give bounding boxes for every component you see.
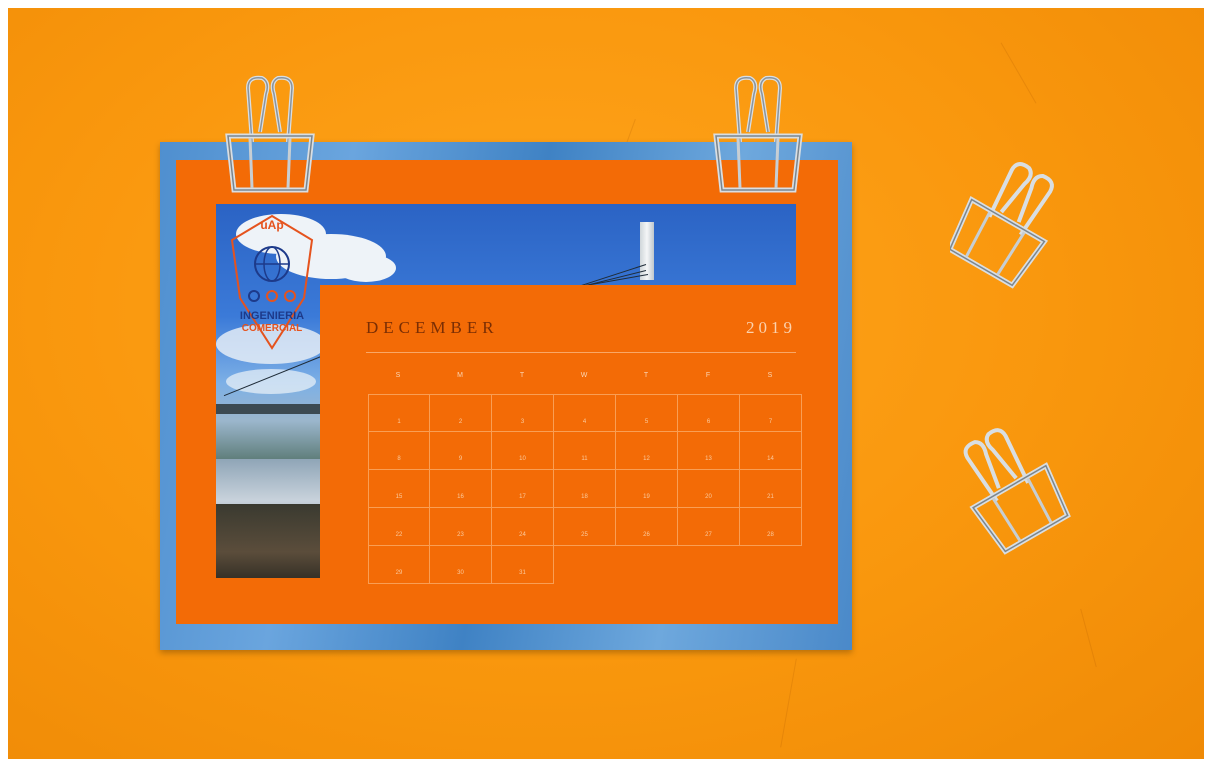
day-cell: 9 xyxy=(430,432,492,470)
day-number: 15 xyxy=(395,494,403,500)
day-cell: 12 xyxy=(616,432,678,470)
day-number: 16 xyxy=(457,494,464,500)
weekday-label: T xyxy=(643,372,650,379)
day-number: 13 xyxy=(705,456,712,462)
day-cell: 24 xyxy=(492,508,554,546)
day-number: 19 xyxy=(643,494,650,500)
logo-line-1: INGENIERIA xyxy=(239,310,305,322)
day-cell: 17 xyxy=(492,470,554,508)
day-cell: 6 xyxy=(678,394,740,432)
day-cell: 22 xyxy=(368,508,430,546)
calendar-month: DECEMBER xyxy=(366,318,499,337)
day-number: 17 xyxy=(519,494,526,500)
day-number: 20 xyxy=(705,494,712,500)
day-cell: 21 xyxy=(740,470,802,508)
day-number: 14 xyxy=(767,456,774,462)
day-number: 7 xyxy=(768,419,773,425)
day-number: 25 xyxy=(581,532,588,538)
weekday-label: S xyxy=(767,372,774,379)
day-number: 6 xyxy=(706,419,711,425)
day-cell: 4 xyxy=(554,394,616,432)
binder-clip-icon xyxy=(713,75,803,193)
day-cell: 26 xyxy=(616,508,678,546)
day-number: 29 xyxy=(395,570,403,576)
day-number: 24 xyxy=(519,532,526,538)
day-number: 31 xyxy=(519,570,526,576)
day-cell: 19 xyxy=(616,470,678,508)
day-number: 2 xyxy=(458,419,463,425)
day-cell: 14 xyxy=(740,432,802,470)
weekday-label: M xyxy=(457,372,464,379)
day-cell: 27 xyxy=(678,508,740,546)
day-cell: 23 xyxy=(430,508,492,546)
day-cell: 25 xyxy=(554,508,616,546)
weekday-label: S xyxy=(395,372,402,379)
day-cell: 10 xyxy=(492,432,554,470)
header-divider xyxy=(366,352,796,353)
day-number: 3 xyxy=(520,419,525,425)
weekday-label: F xyxy=(705,372,712,379)
day-number: 9 xyxy=(458,456,463,462)
day-number: 1 xyxy=(397,419,401,425)
day-cell: 15 xyxy=(368,470,430,508)
day-cell: 7 xyxy=(740,394,802,432)
day-number: 4 xyxy=(582,419,587,425)
day-cell: 31 xyxy=(492,546,554,584)
day-number: 28 xyxy=(767,532,774,538)
day-cell: 29 xyxy=(368,546,430,584)
day-number: 26 xyxy=(643,532,650,538)
day-number: 10 xyxy=(519,456,526,462)
day-cell: 20 xyxy=(678,470,740,508)
binder-clip-icon xyxy=(963,428,1071,555)
day-cell: 13 xyxy=(678,432,740,470)
day-number: 21 xyxy=(767,494,774,500)
weekday-label: T xyxy=(519,372,526,379)
university-logo: uAp INGENIERIA COMERCIAL xyxy=(224,212,320,352)
day-number: 30 xyxy=(457,570,464,576)
binder-clip-icon xyxy=(950,162,1054,289)
day-number: 23 xyxy=(457,532,464,538)
day-number: 22 xyxy=(395,532,403,538)
day-number: 18 xyxy=(581,494,588,500)
day-cell: 28 xyxy=(740,508,802,546)
day-number: 8 xyxy=(397,456,401,462)
logo-acronym: uAp xyxy=(260,218,284,232)
day-number: 5 xyxy=(644,419,649,425)
calendar-year: 2019 xyxy=(746,318,796,337)
day-cell: 11 xyxy=(554,432,616,470)
weekday-label: W xyxy=(580,372,589,379)
day-cell: 3 xyxy=(492,394,554,432)
binder-clip-icon xyxy=(225,75,315,193)
day-cell: 30 xyxy=(430,546,492,584)
day-number: 12 xyxy=(643,456,650,462)
day-number: 11 xyxy=(581,456,588,462)
day-cell: 16 xyxy=(430,470,492,508)
day-cell: 2 xyxy=(430,394,492,432)
logo-line-2: COMERCIAL xyxy=(241,323,303,334)
day-cell: 18 xyxy=(554,470,616,508)
day-cell: 5 xyxy=(616,394,678,432)
day-number: 27 xyxy=(705,532,712,538)
day-cell: 1 xyxy=(368,394,430,432)
day-cell: 8 xyxy=(368,432,430,470)
